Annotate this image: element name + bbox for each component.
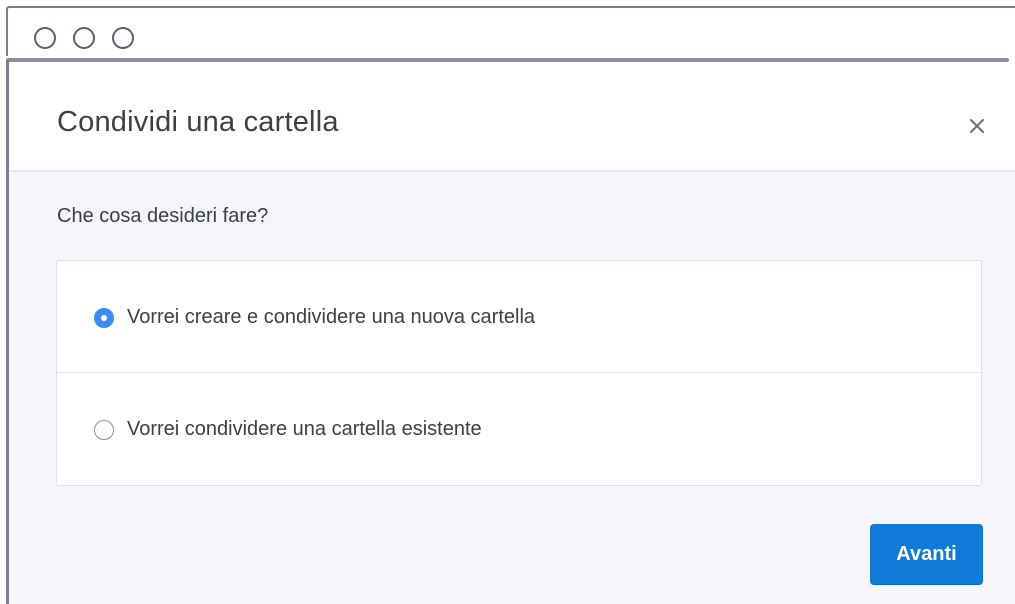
dialog-title: Condividi una cartella xyxy=(57,106,339,138)
dialog-header: Condividi una cartella xyxy=(9,64,1015,172)
window-controls xyxy=(34,27,134,49)
radio-share-existing-folder[interactable] xyxy=(94,420,114,440)
next-button[interactable]: Avanti xyxy=(870,524,983,584)
close-icon-glyph xyxy=(970,119,984,133)
window-maximize-dot[interactable] xyxy=(112,27,134,49)
option-label: Vorrei creare e condividere una nuova ca… xyxy=(127,306,536,328)
radio-create-new-folder[interactable] xyxy=(94,308,114,328)
window-minimize-dot[interactable] xyxy=(73,27,95,49)
close-icon[interactable] xyxy=(965,114,989,138)
option-create-new-folder[interactable]: Vorrei creare e condividere una nuova ca… xyxy=(57,261,981,373)
app-window: Condividi una cartella Che cosa desideri… xyxy=(0,0,1015,604)
dialog-question: Che cosa desideri fare? xyxy=(57,205,269,227)
window-frame xyxy=(6,6,1015,56)
option-label: Vorrei condividere una cartella esistent… xyxy=(127,418,482,440)
window-close-dot[interactable] xyxy=(34,27,56,49)
options-list: Vorrei creare e condividere una nuova ca… xyxy=(56,260,982,486)
window-titlebar-divider xyxy=(6,58,1009,62)
share-folder-dialog: Condividi una cartella Che cosa desideri… xyxy=(9,64,1015,604)
option-share-existing-folder[interactable]: Vorrei condividere una cartella esistent… xyxy=(57,373,981,485)
